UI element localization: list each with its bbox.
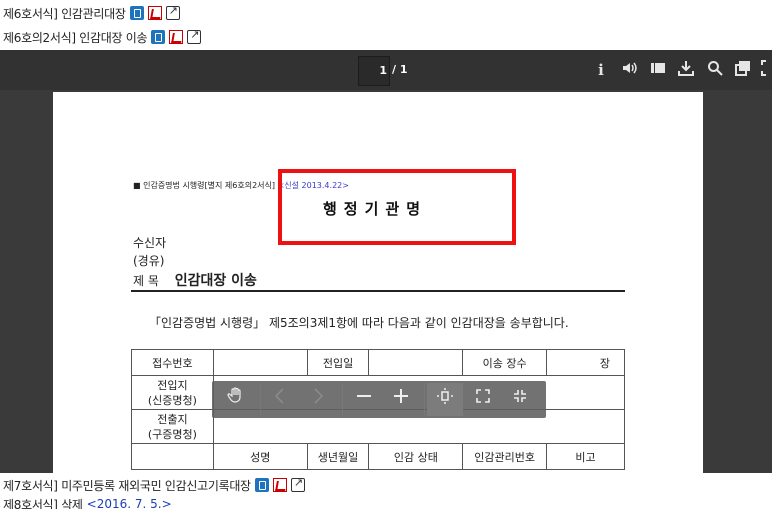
table-cell: 장	[546, 349, 625, 376]
fullscreen-icon[interactable]	[465, 383, 501, 416]
table-cell: 인감관리번호	[462, 443, 548, 470]
download-icon[interactable]	[254, 478, 269, 492]
pdf-icon[interactable]	[147, 6, 162, 20]
cell-line: 전출지	[157, 412, 188, 426]
download-icon[interactable]	[151, 30, 166, 44]
cell-line: 전입지	[157, 378, 188, 392]
stack-icon[interactable]	[648, 60, 668, 80]
table-cell: 인감 상태	[368, 443, 464, 470]
table-cell: 비고	[546, 443, 625, 470]
separator	[260, 383, 261, 416]
form-row-8: 제8호서식] 삭제 <2016. 7. 5.>	[3, 494, 172, 509]
hand-icon[interactable]	[218, 383, 254, 416]
zoom-in-icon[interactable]	[383, 383, 419, 416]
table-row: 성명 생년월일 인감 상태 인감관리번호 비고	[131, 443, 625, 470]
form-label: 제7호서식] 미주민등록 재외국민 인감신고기록대장	[3, 478, 251, 493]
divider	[131, 290, 625, 292]
share-icon[interactable]	[187, 28, 202, 44]
page-total: / 1	[392, 63, 408, 76]
download-icon[interactable]	[129, 6, 144, 20]
expand-icon[interactable]	[759, 60, 772, 80]
next-icon[interactable]	[300, 383, 336, 416]
search-icon[interactable]	[705, 60, 725, 80]
table-cell	[131, 443, 214, 470]
zoom-out-icon[interactable]	[346, 383, 382, 416]
share-icon[interactable]	[290, 476, 305, 492]
body-text: 「인감증명법 시행령」 제5조의3제1항에 따라 다음과 같이 인감대장을 송부…	[149, 316, 569, 330]
table-cell: 성명	[212, 443, 308, 470]
viewer-toolbar: 1 / 1 i	[0, 50, 772, 90]
fit-page-icon[interactable]	[427, 383, 463, 416]
subject-value: 인감대장 이송	[174, 273, 257, 289]
subject-line: 제 목 인감대장 이송	[133, 270, 257, 290]
table-cell	[212, 349, 308, 376]
volume-icon[interactable]	[619, 60, 639, 80]
floating-toolbar	[212, 381, 546, 418]
form-row-6-2: 제6호의2서식] 인감대장 이송	[3, 27, 202, 47]
recipient-label: 수신자	[133, 236, 167, 250]
table-cell: 이송 장수	[462, 349, 548, 376]
info-icon[interactable]: i	[591, 60, 611, 80]
deleted-date-note: <2016. 7. 5.>	[86, 497, 172, 509]
form-label: 제6호서식] 인감관리대장	[3, 6, 126, 21]
pdf-viewer: 1 / 1 i ■ 인감증명법 시행령[별지 제6호의2서식] <신설 2013…	[0, 50, 772, 473]
table-cell: 전입지 (신증명청)	[131, 375, 214, 410]
highlight-box	[278, 169, 516, 245]
pdf-icon[interactable]	[169, 30, 184, 44]
via-label: (경유)	[133, 254, 165, 268]
ref-text: ■ 인감증명법 시행령[별지 제6호의2서식]	[133, 181, 276, 190]
table-cell: 전입일	[306, 349, 370, 376]
prev-icon[interactable]	[262, 383, 298, 416]
separator	[342, 383, 343, 416]
form-label: 제6호의2서식] 인감대장 이송	[3, 30, 148, 45]
table-row: 접수번호 전입일 이송 장수 장	[131, 349, 625, 376]
share-icon[interactable]	[165, 4, 180, 20]
table-cell	[368, 349, 464, 376]
copy-icon[interactable]	[733, 60, 753, 80]
cell-line: (구증명청)	[147, 427, 197, 441]
form-row-7: 제7호서식] 미주민등록 재외국민 인감신고기록대장	[3, 475, 305, 495]
form-label: 제8호서식] 삭제	[3, 497, 83, 509]
table-cell: 전출지 (구증명청)	[131, 409, 214, 444]
separator	[424, 383, 425, 416]
cell-line: (신증명청)	[147, 393, 197, 407]
table-cell: 생년월일	[306, 443, 370, 470]
download-icon[interactable]	[676, 60, 696, 80]
page-number-input[interactable]: 1	[358, 56, 390, 86]
pdf-icon[interactable]	[272, 478, 287, 492]
exit-fullscreen-icon[interactable]	[502, 383, 538, 416]
table-cell: 접수번호	[131, 349, 214, 376]
subject-label: 제 목	[133, 274, 159, 288]
form-row-6: 제6호서식] 인감관리대장	[3, 3, 180, 23]
